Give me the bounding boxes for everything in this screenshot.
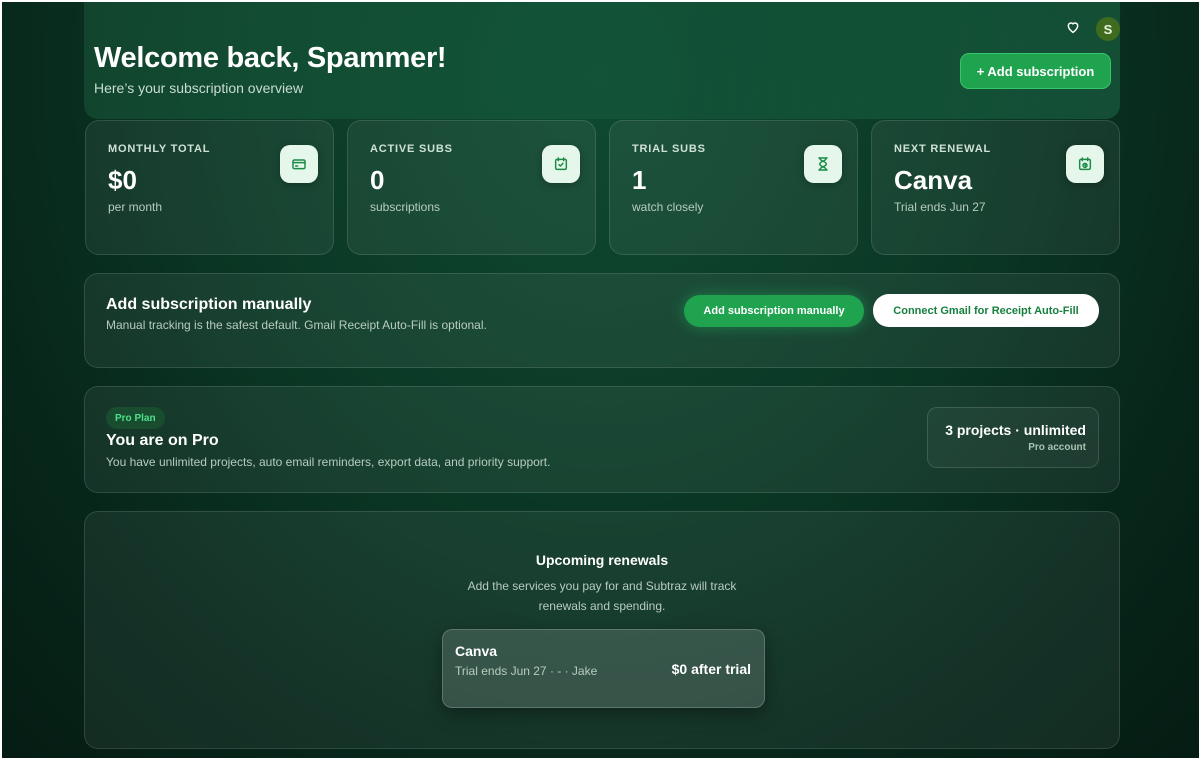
add-subscription-manually-button[interactable]: Add subscription manually — [684, 295, 864, 327]
renewal-item[interactable]: Canva Trial ends Jun 27 · - · Jake $0 af… — [442, 629, 765, 708]
heart-icon[interactable] — [1065, 19, 1081, 35]
manual-add-panel: Add subscription manually Manual trackin… — [84, 273, 1120, 368]
plan-title: You are on Pro — [106, 432, 219, 449]
manual-add-description: Manual tracking is the safest default. G… — [106, 318, 487, 332]
stat-label: ACTIVE SUBS — [370, 143, 453, 155]
upcoming-description-line: renewals and spending. — [538, 599, 666, 613]
plan-usage-subtitle: Pro account — [1028, 442, 1086, 453]
stat-value: 1 — [632, 165, 647, 195]
upcoming-description: Add the services you pay for and Subtraz… — [85, 576, 1119, 616]
renewal-meta: Trial ends Jun 27 · - · Jake — [455, 664, 598, 678]
upcoming-description-line: Add the services you pay for and Subtraz… — [467, 579, 737, 593]
stat-value: Canva — [894, 165, 973, 195]
plan-usage-title: 3 projects · unlimited — [945, 422, 1086, 438]
plan-usage-box: 3 projects · unlimited Pro account — [927, 407, 1099, 468]
credit-card-icon — [280, 145, 318, 183]
stat-caption: Trial ends Jun 27 — [894, 200, 986, 214]
manual-add-title: Add subscription manually — [106, 296, 312, 313]
renewal-name: Canva — [455, 643, 498, 659]
avatar[interactable]: S — [1096, 17, 1120, 41]
stat-caption: subscriptions — [370, 200, 441, 214]
page-title: Welcome back, Spammer! — [94, 42, 447, 74]
upcoming-title: Upcoming renewals — [535, 552, 669, 568]
add-subscription-button[interactable]: + Add subscription — [960, 53, 1111, 89]
stat-card-active-subs: ACTIVE SUBS 0 subscriptions — [347, 120, 596, 255]
calendar-check-icon — [542, 145, 580, 183]
upcoming-renewals-panel: Upcoming renewals Add the services you p… — [84, 511, 1120, 749]
stat-value: $0 — [108, 165, 137, 195]
page-subtitle: Here’s your subscription overview — [94, 80, 304, 96]
connect-gmail-button[interactable]: Connect Gmail for Receipt Auto-Fill — [873, 294, 1099, 327]
stat-label: TRIAL SUBS — [632, 143, 706, 155]
stat-card-next-renewal: NEXT RENEWAL Canva Trial ends Jun 27 — [871, 120, 1120, 255]
hourglass-icon — [804, 145, 842, 183]
renewal-price: $0 after trial — [671, 661, 751, 677]
stat-label: MONTHLY TOTAL — [108, 143, 211, 155]
calendar-clock-icon — [1066, 145, 1104, 183]
stat-caption: per month — [108, 200, 163, 214]
plan-panel: Pro Plan You are on Pro You have unlimit… — [84, 386, 1120, 493]
stat-label: NEXT RENEWAL — [894, 143, 991, 155]
plan-badge: Pro Plan — [106, 407, 165, 429]
plan-description: You have unlimited projects, auto email … — [106, 455, 551, 469]
stat-card-monthly-total: MONTHLY TOTAL $0 per month — [85, 120, 334, 255]
hero-header: Welcome back, Spammer! Here’s your subsc… — [84, 2, 1120, 119]
stat-card-trial-subs: TRIAL SUBS 1 watch closely — [609, 120, 858, 255]
stat-value: 0 — [370, 165, 385, 195]
stat-caption: watch closely — [632, 200, 704, 214]
